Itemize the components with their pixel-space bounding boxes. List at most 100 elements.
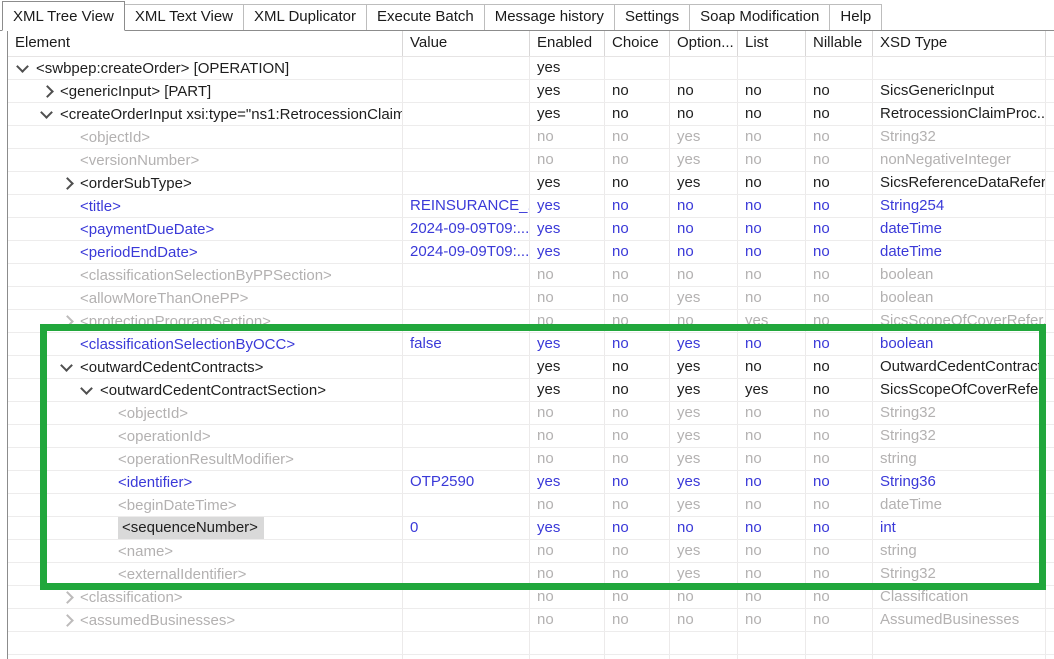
value-cell[interactable] [403,632,530,654]
table-row[interactable]: <operationId>nonoyesnonoString32 [8,425,1054,448]
tab-xml-tree-view[interactable]: XML Tree View [2,1,125,31]
table-row[interactable] [8,632,1054,655]
element-cell[interactable]: <genericInput> [PART] [8,80,403,102]
table-row[interactable]: <allowMoreThanOnePP>nonoyesnonoboolean [8,287,1054,310]
element-cell[interactable]: <periodEndDate> [8,241,403,263]
element-cell[interactable]: <operationId> [8,425,403,447]
chevron-down-icon[interactable] [62,356,80,378]
table-row[interactable]: <objectId>nonoyesnonoString32 [8,126,1054,149]
table-row[interactable]: <periodEndDate>2024-09-09T09:...yesnonon… [8,241,1054,264]
element-cell[interactable]: <paymentDueDate> [8,218,403,240]
value-cell[interactable] [403,402,530,424]
element-cell[interactable]: <classificationSelectionByOCC> [8,333,403,355]
element-cell[interactable]: <outwardCedentContracts> [8,356,403,378]
chevron-down-icon[interactable] [82,379,100,401]
table-row[interactable]: <paymentDueDate>2024-09-09T09:...yesnono… [8,218,1054,241]
value-cell[interactable] [403,80,530,102]
element-cell[interactable]: <allowMoreThanOnePP> [8,287,403,309]
element-cell[interactable]: <name> [8,540,403,562]
value-cell[interactable] [403,609,530,631]
tab-xml-text-view[interactable]: XML Text View [124,4,244,30]
table-row[interactable]: <classificationSelectionByOCC>falseyesno… [8,333,1054,356]
table-row[interactable]: <operationResultModifier>nonoyesnonostri… [8,448,1054,471]
table-row[interactable]: <classification>nononononoClassification [8,586,1054,609]
value-cell[interactable] [403,379,530,401]
value-cell[interactable]: 0 [403,517,530,539]
table-row[interactable]: <sequenceNumber>0yesnonononoint [8,517,1054,540]
value-cell[interactable] [403,264,530,286]
column-header-nillable[interactable]: Nillable [806,31,873,56]
value-cell[interactable] [403,494,530,516]
table-row[interactable]: <swbpep:createOrder> [OPERATION]yes [8,57,1054,80]
chevron-right-icon[interactable] [62,310,80,332]
table-row[interactable]: <externalIdentifier>nonoyesnonoString32 [8,563,1054,586]
value-cell[interactable] [403,356,530,378]
table-row[interactable] [8,655,1054,659]
tab-message-history[interactable]: Message history [484,4,615,30]
element-cell[interactable]: <orderSubType> [8,172,403,194]
table-row[interactable]: <orderSubType>yesnoyesnonoSicsReferenceD… [8,172,1054,195]
table-row[interactable]: <title>REINSURANCE_...yesnonononoString2… [8,195,1054,218]
chevron-right-icon[interactable] [62,609,80,631]
value-cell[interactable] [403,310,530,332]
table-row[interactable]: <outwardCedentContracts>yesnoyesnonoOutw… [8,356,1054,379]
value-cell[interactable] [403,287,530,309]
column-header-xsd-type[interactable]: XSD Type [873,31,1046,56]
column-header-element[interactable]: Element [8,31,403,56]
element-cell[interactable]: <classification> [8,586,403,608]
element-cell[interactable]: <assumedBusinesses> [8,609,403,631]
table-row[interactable]: <objectId>nonoyesnonoString32 [8,402,1054,425]
value-cell[interactable] [403,563,530,585]
tab-soap-modification[interactable]: Soap Modification [689,4,830,30]
table-row[interactable]: <beginDateTime>nonoyesnonodateTime [8,494,1054,517]
tab-help[interactable]: Help [829,4,882,30]
table-row[interactable]: <versionNumber>nonoyesnonononNegativeInt… [8,149,1054,172]
column-header-enabled[interactable]: Enabled [530,31,605,56]
table-row[interactable]: <classificationSelectionByPPSection>nono… [8,264,1054,287]
table-row[interactable]: <protectionProgramSection>nononoyesnoSic… [8,310,1054,333]
tab-execute-batch[interactable]: Execute Batch [366,4,485,30]
value-cell[interactable] [403,540,530,562]
element-cell[interactable]: <beginDateTime> [8,494,403,516]
value-cell[interactable] [403,103,530,125]
value-cell[interactable]: OTP2590 [403,471,530,493]
table-row[interactable]: <identifier>OTP2590yesnoyesnonoString36 [8,471,1054,494]
element-cell[interactable]: <operationResultModifier> [8,448,403,470]
element-cell[interactable]: <sequenceNumber> [8,517,403,539]
table-row[interactable]: <createOrderInput xsi:type="ns1:Retroces… [8,103,1054,126]
element-cell[interactable] [8,655,403,659]
element-cell[interactable]: <objectId> [8,402,403,424]
tab-settings[interactable]: Settings [614,4,690,30]
value-cell[interactable]: 2024-09-09T09:... [403,241,530,263]
chevron-down-icon[interactable] [18,57,36,79]
table-row[interactable]: <outwardCedentContractSection>yesnoyesye… [8,379,1054,402]
table-row[interactable]: <genericInput> [PART]yesnonononoSicsGene… [8,80,1054,103]
value-cell[interactable] [403,172,530,194]
column-header-list[interactable]: List [738,31,806,56]
chevron-right-icon[interactable] [42,80,60,102]
element-cell[interactable]: <title> [8,195,403,217]
value-cell[interactable] [403,425,530,447]
element-cell[interactable] [8,632,403,654]
element-cell[interactable]: <objectId> [8,126,403,148]
value-cell[interactable]: false [403,333,530,355]
column-header-optional[interactable]: Option... [670,31,738,56]
value-cell[interactable] [403,57,530,79]
tab-xml-duplicator[interactable]: XML Duplicator [243,4,367,30]
element-cell[interactable]: <versionNumber> [8,149,403,171]
element-cell[interactable]: <protectionProgramSection> [8,310,403,332]
element-cell[interactable]: <outwardCedentContractSection> [8,379,403,401]
table-row[interactable]: <name>nonoyesnonostring [8,540,1054,563]
element-cell[interactable]: <createOrderInput xsi:type="ns1:Retroces… [8,103,403,125]
element-cell[interactable]: <identifier> [8,471,403,493]
element-cell[interactable]: <swbpep:createOrder> [OPERATION] [8,57,403,79]
chevron-right-icon[interactable] [62,172,80,194]
column-header-choice[interactable]: Choice [605,31,670,56]
element-cell[interactable]: <externalIdentifier> [8,563,403,585]
value-cell[interactable] [403,655,530,659]
value-cell[interactable]: 2024-09-09T09:... [403,218,530,240]
chevron-down-icon[interactable] [42,103,60,125]
element-cell[interactable]: <classificationSelectionByPPSection> [8,264,403,286]
value-cell[interactable] [403,149,530,171]
value-cell[interactable] [403,586,530,608]
